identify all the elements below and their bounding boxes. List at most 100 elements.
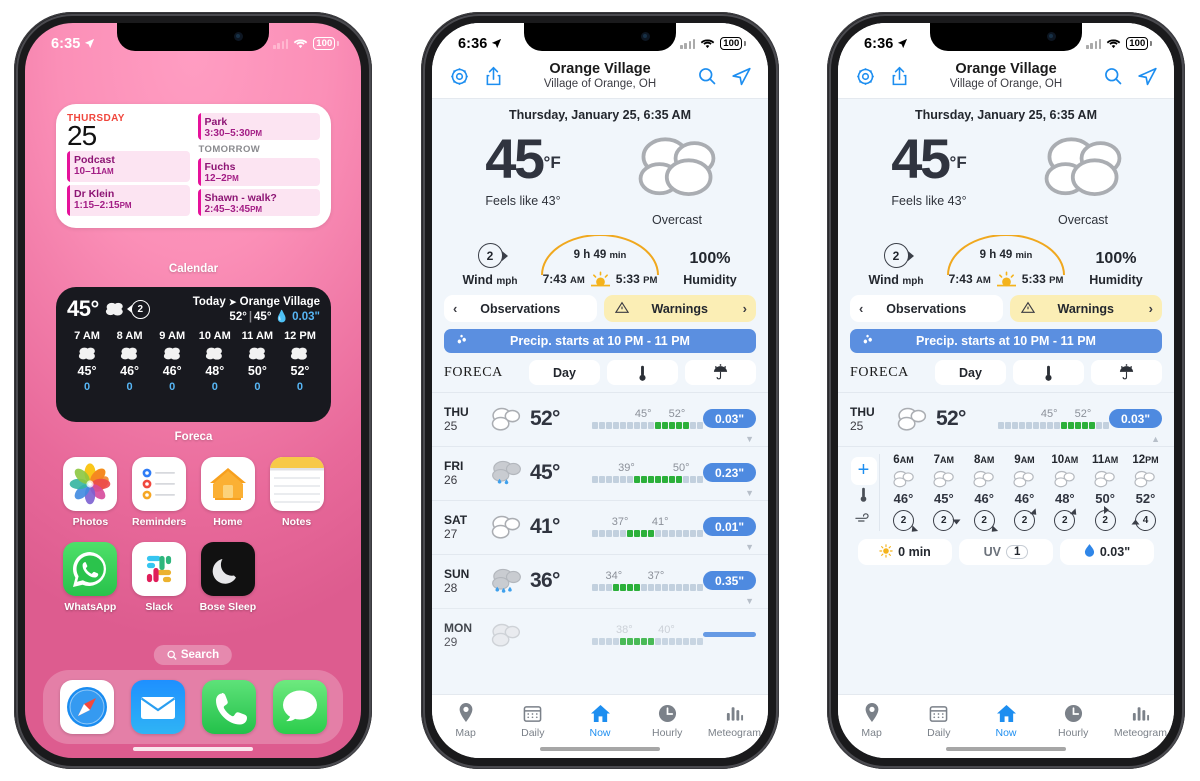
list-item[interactable]: Fuchs 12–2PM <box>197 158 320 186</box>
umbrella-rain-icon[interactable] <box>685 360 756 385</box>
table-row[interactable]: FRI 26 45° 39° 50° 0.23" ▼ <box>432 446 768 500</box>
sunrise-time: 7:43 AM <box>542 272 585 286</box>
precipitation-banner[interactable]: Precip. starts at 10 PM - 11 PM <box>850 329 1162 353</box>
tab-observations[interactable]: ‹ Observations <box>850 295 1003 322</box>
table-row[interactable]: MON 29 38° 40° <box>432 608 768 662</box>
add-row-button[interactable]: + <box>850 456 877 485</box>
event-title: Fuchs <box>204 161 236 174</box>
safari-app-icon[interactable] <box>59 680 114 734</box>
navigate-icon[interactable] <box>726 61 756 91</box>
tab-label: Meteogram <box>1113 727 1167 739</box>
range-segment <box>648 530 654 537</box>
tab-daily[interactable]: Daily <box>499 702 566 739</box>
thermometer-icon[interactable] <box>607 360 678 385</box>
table-row[interactable]: THU 25 52° 45° 52° 0.03" ▼ <box>432 392 768 446</box>
hour-temp: 45° <box>933 491 954 506</box>
app-home[interactable]: Home <box>194 457 263 528</box>
share-icon[interactable] <box>478 61 508 91</box>
list-item[interactable]: Park 3:30–5:30PM <box>197 113 320 141</box>
tab-hourly[interactable]: Hourly <box>634 702 701 739</box>
hour-pop: 0 <box>211 381 218 393</box>
app-slack[interactable]: Slack <box>125 542 194 613</box>
navigate-icon[interactable] <box>1132 61 1162 91</box>
app-bose-sleep[interactable]: Bose Sleep <box>194 542 263 613</box>
calendar-widget[interactable]: THURSDAY 25 Podcast 10–11AM Dr Klein 1:1… <box>56 104 331 228</box>
range-labels: 34° 37° <box>592 570 703 584</box>
tab-map[interactable]: Map <box>838 702 905 739</box>
chevron-right-icon: › <box>1148 301 1153 316</box>
chevron-down-icon[interactable]: ▼ <box>745 434 754 444</box>
search-button[interactable]: Search <box>153 645 233 665</box>
range-high: 37° <box>647 570 665 582</box>
date-line: Thursday, January 25, 6:35 AM <box>508 108 691 122</box>
current-temp-block: 45°F Feels like 43° <box>852 127 1006 209</box>
umbrella-rain-icon[interactable] <box>1091 360 1162 385</box>
sunshine-stat[interactable]: 0 min <box>858 539 952 565</box>
tab-hourly[interactable]: Hourly <box>1040 702 1107 739</box>
app-whatsapp[interactable]: WhatsApp <box>56 542 125 613</box>
gear-icon[interactable] <box>444 61 474 91</box>
precip-stat[interactable]: 0.03" <box>1060 539 1154 565</box>
battery-indicator: 100 <box>313 37 336 50</box>
range-segment <box>1026 422 1032 429</box>
current-temperature: 45 <box>891 127 951 190</box>
tab-label: Meteogram <box>707 727 761 739</box>
day-filter-button[interactable]: Day <box>529 360 600 385</box>
calendar-widget-label: Calendar <box>168 263 219 275</box>
chevron-down-icon[interactable]: ▼ <box>745 596 754 606</box>
range-bar <box>592 638 703 645</box>
app-photos[interactable]: Photos <box>56 457 125 528</box>
gear-icon[interactable] <box>850 61 880 91</box>
app-reminders[interactable]: Reminders <box>125 457 194 528</box>
hour-label: 7 AM <box>74 330 100 342</box>
hour-temp: 46° <box>162 364 182 378</box>
search-icon[interactable] <box>1098 61 1128 91</box>
location-title-block[interactable]: Orange Village Village of Orange, OH <box>918 61 1094 91</box>
day-filter-button[interactable]: Day <box>935 360 1006 385</box>
table-row[interactable]: SAT 27 41° 37° 41° 0.01" ▼ <box>432 500 768 554</box>
app-notes[interactable]: Notes <box>262 457 331 528</box>
table-row[interactable]: SUN 28 36° 34° 37° 0.35" ▼ <box>432 554 768 608</box>
location-title-block[interactable]: Orange Village Village of Orange, OH <box>512 61 688 91</box>
share-icon[interactable] <box>884 61 914 91</box>
search-icon[interactable] <box>692 61 722 91</box>
humidity-label: Humidity <box>683 273 737 287</box>
range-segment <box>634 638 640 645</box>
tab-meteogram[interactable]: Meteogram <box>1107 702 1174 739</box>
range-segment <box>683 584 689 591</box>
list-item[interactable]: Podcast 10–11AM <box>67 151 190 182</box>
day-label: MON 29 <box>444 620 472 649</box>
messages-app-icon[interactable] <box>272 680 327 734</box>
mail-app-icon[interactable] <box>130 680 185 734</box>
tab-now[interactable]: Now <box>566 702 633 739</box>
segment-row: ‹ Observations Warnings › <box>838 287 1174 322</box>
tab-warnings[interactable]: Warnings › <box>1009 295 1162 322</box>
uv-stat[interactable]: UV 1 <box>959 539 1053 565</box>
tab-observations[interactable]: ‹ Observations <box>444 295 597 322</box>
tab-map[interactable]: Map <box>432 702 499 739</box>
tab-warnings[interactable]: Warnings › <box>603 295 756 322</box>
cloudy-icon <box>482 513 530 541</box>
chevron-down-icon[interactable]: ▼ <box>745 542 754 552</box>
daily-forecast-list[interactable]: THU 25 52° 45° 52° 0.03" ▲ + 6AM 46° 2 7… <box>838 392 1174 694</box>
chevron-up-icon[interactable]: ▲ <box>1151 434 1160 444</box>
list-item[interactable]: Shawn - walk? 2:45–3:45PM <box>197 188 320 216</box>
uv-label: UV <box>983 545 1001 559</box>
tab-daily[interactable]: Daily <box>905 702 972 739</box>
foreca-widget[interactable]: 45° 2 Today ➤ Orange Village 52° | 45° 💧 0… <box>56 287 331 422</box>
chevron-left-icon: ‹ <box>453 301 458 316</box>
range-labels: 45° 52° <box>998 408 1109 422</box>
tab-now[interactable]: Now <box>972 702 1039 739</box>
chevron-down-icon[interactable]: ▼ <box>745 488 754 498</box>
table-row[interactable]: THU 25 52° 45° 52° 0.03" ▲ <box>838 392 1174 446</box>
thermometer-icon <box>858 486 869 508</box>
cloudy-icon <box>280 346 320 361</box>
thermometer-icon[interactable] <box>1013 360 1084 385</box>
precipitation-banner[interactable]: Precip. starts at 10 PM - 11 PM <box>444 329 756 353</box>
list-item[interactable]: Dr Klein 1:15–2:15PM <box>67 185 190 216</box>
status-right: 100 <box>273 37 339 50</box>
tab-meteogram[interactable]: Meteogram <box>701 702 768 739</box>
phone-app-icon[interactable] <box>201 680 256 734</box>
page-title: Orange Village <box>955 61 1057 77</box>
daily-forecast-list[interactable]: THU 25 52° 45° 52° 0.03" ▼ FRI 26 45° 39… <box>432 392 768 694</box>
